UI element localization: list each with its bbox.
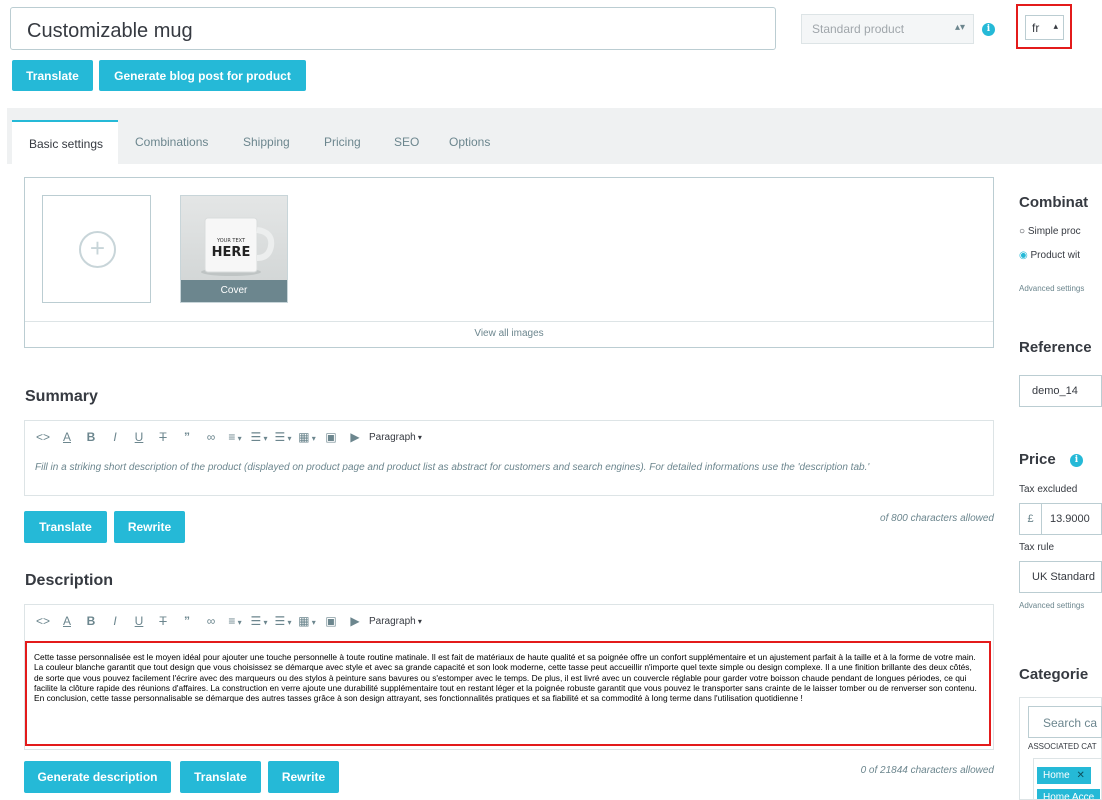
media-icon[interactable]: ▶ [345,430,365,444]
underline-icon[interactable]: U [129,430,149,444]
cover-label: Cover [181,280,287,302]
summary-heading: Summary [25,388,98,405]
table-icon[interactable]: ▦ [297,430,317,444]
product-type-select[interactable]: Standard product ▴▾ [801,14,974,44]
media-icon[interactable]: ▶ [345,614,365,628]
italic-icon[interactable]: I [105,430,125,444]
blockquote-icon[interactable]: ” [177,430,197,444]
text-color-icon[interactable]: A [57,614,77,628]
select-caret-icon: ▴▾ [954,22,965,33]
advanced-settings-link[interactable]: Advanced settings [1019,284,1084,293]
summary-char-counter: of 800 characters allowed [880,513,994,524]
summary-translate-button[interactable]: Translate [24,511,107,543]
strikethrough-icon[interactable]: T [153,430,173,444]
description-text-area[interactable]: Cette tasse personnalisée est le moyen i… [25,641,991,746]
tab-basic-settings[interactable]: Basic settings [12,120,118,164]
align-icon[interactable]: ≡ [225,614,245,628]
product-with-label: Product wit [1030,250,1080,261]
product-image-thumbnail[interactable]: YOUR TEXT HERE Cover [180,195,288,303]
category-tag-home[interactable]: Home ✕ [1037,767,1091,784]
tab-combinations[interactable]: Combinations [135,120,208,164]
language-highlight: fr ▴ [1016,4,1072,49]
generate-description-button[interactable]: Generate description [24,761,171,793]
reference-heading: Reference [1019,339,1092,356]
text-color-icon[interactable]: A [57,430,77,444]
category-search-input[interactable]: Search ca [1028,706,1102,738]
tax-rule-select[interactable]: UK Standard [1019,561,1102,593]
remove-icon[interactable]: ✕ [1076,770,1084,781]
generate-blog-post-button[interactable]: Generate blog post for product [99,60,306,91]
language-value: fr [1032,21,1040,35]
bullet-list-icon[interactable]: ☰ [249,614,269,628]
description-char-counter: 0 of 21844 characters allowed [860,765,994,776]
summary-rewrite-button[interactable]: Rewrite [114,511,185,543]
paragraph-format-select[interactable]: Paragraph [369,432,422,443]
tax-rule-label: Tax rule [1019,542,1055,553]
summary-editor[interactable]: <> A B I U T ” ∞ ≡ ☰ ☰ ▦ ▣ ▶ Paragraph F… [24,420,994,496]
summary-placeholder: Fill in a striking short description of … [35,462,870,473]
summary-toolbar: <> A B I U T ” ∞ ≡ ☰ ☰ ▦ ▣ ▶ Paragraph [25,421,993,453]
link-icon[interactable]: ∞ [201,614,221,628]
categories-heading: Categorie [1019,666,1089,683]
mug-text-2: HERE [212,245,251,260]
price-input[interactable]: £ 13.9000 [1019,503,1102,535]
price-heading: Price [1019,451,1056,468]
price-info-icon[interactable]: i [1070,454,1083,467]
radio-selected-icon: ◉ [1019,250,1028,261]
tab-shipping[interactable]: Shipping [243,120,290,164]
underline-icon[interactable]: U [129,614,149,628]
product-with-combinations-option[interactable]: ◉ Product wit [1019,250,1080,261]
image-icon[interactable]: ▣ [321,430,341,444]
description-heading: Description [25,572,114,589]
description-translate-button[interactable]: Translate [180,761,261,793]
numbered-list-icon[interactable]: ☰ [273,430,293,444]
bold-icon[interactable]: B [81,614,101,628]
reference-input[interactable]: demo_14 [1019,375,1102,407]
description-toolbar: <> A B I U T ” ∞ ≡ ☰ ☰ ▦ ▣ ▶ Paragraph [25,605,993,637]
info-icon[interactable]: i [982,23,995,36]
bold-icon[interactable]: B [81,430,101,444]
link-icon[interactable]: ∞ [201,430,221,444]
source-code-icon[interactable]: <> [33,614,53,628]
category-tag-label: Home [1043,770,1070,781]
description-rewrite-button[interactable]: Rewrite [268,761,339,793]
blockquote-icon[interactable]: ” [177,614,197,628]
image-icon[interactable]: ▣ [321,614,341,628]
strikethrough-icon[interactable]: T [153,614,173,628]
price-value: 13.9000 [1050,513,1090,525]
associated-categories-label: ASSOCIATED CAT [1028,742,1097,751]
mug-image: YOUR TEXT HERE [201,217,275,276]
currency-symbol: £ [1020,504,1042,534]
tab-options[interactable]: Options [449,120,490,164]
italic-icon[interactable]: I [105,614,125,628]
tab-seo[interactable]: SEO [394,120,419,164]
mug-text-1: YOUR TEXT [216,238,246,244]
associated-categories-list: Home ✕ Home Acce [1033,758,1102,800]
bullet-list-icon[interactable]: ☰ [249,430,269,444]
align-icon[interactable]: ≡ [225,430,245,444]
advanced-settings-link[interactable]: Advanced settings [1019,601,1084,610]
table-icon[interactable]: ▦ [297,614,317,628]
add-image-dropzone[interactable]: + [42,195,151,303]
tab-pricing[interactable]: Pricing [324,120,361,164]
tax-excluded-label: Tax excluded [1019,484,1078,495]
simple-product-label: Simple proc [1027,226,1081,237]
category-tag-home-accessories[interactable]: Home Acce [1037,789,1101,799]
source-code-icon[interactable]: <> [33,430,53,444]
paragraph-format-select[interactable]: Paragraph [369,616,422,627]
plus-icon: + [79,231,116,268]
translate-button[interactable]: Translate [12,60,93,91]
numbered-list-icon[interactable]: ☰ [273,614,293,628]
view-all-images-link[interactable]: View all images [25,321,993,347]
select-caret-icon: ▴ [1053,21,1058,31]
simple-product-option[interactable]: ○ Simple proc [1019,226,1081,237]
combinations-heading: Combinat [1019,194,1089,211]
product-name-input[interactable]: Customizable mug [10,7,776,50]
product-type-value: Standard product [812,22,905,36]
language-select[interactable]: fr ▴ [1025,15,1064,40]
